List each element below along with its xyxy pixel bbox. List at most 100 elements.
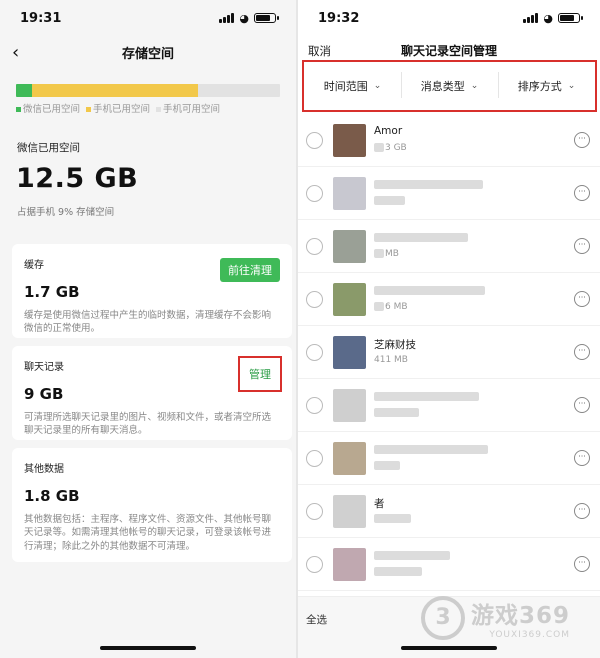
filter-sort-order[interactable]: 排序方式 ⌄	[498, 72, 595, 98]
avatar	[333, 282, 366, 316]
chat-info: 芝麻财技 411 MB	[374, 337, 416, 367]
chat-info: MB	[374, 231, 468, 261]
more-icon[interactable]: ···	[574, 503, 590, 519]
select-radio[interactable]	[306, 184, 323, 202]
chevron-down-icon: ⌄	[567, 81, 576, 91]
select-radio[interactable]	[306, 343, 323, 361]
blurred-text	[374, 514, 411, 523]
chat-list: Amor 3 GB ··· ··· MB ··· 6 MB ··· 芝麻财技 411 MB ··· ·…	[298, 114, 600, 591]
clean-cache-button[interactable]: 前往清理	[220, 258, 280, 282]
chat-name	[374, 231, 468, 245]
system-icons: ◕	[219, 12, 279, 25]
chat-row[interactable]: MB ···	[298, 220, 600, 273]
filter-bar: 时间范围 ⌄ 消息类型 ⌄ 排序方式 ⌄	[302, 60, 597, 112]
other-data-size: 1.8 GB	[24, 487, 80, 505]
chat-size	[374, 196, 483, 208]
watermark: 3 游戏369 YOUXI369.COM	[420, 596, 570, 640]
more-icon[interactable]: ···	[574, 397, 590, 413]
chat-info	[374, 549, 450, 579]
usage-legend: 微信已用空间 手机已用空间 手机可用空间	[16, 101, 280, 115]
chat-info	[374, 390, 479, 420]
more-icon[interactable]: ···	[574, 556, 590, 572]
nav-bar: ‹ 存储空间	[0, 36, 296, 68]
home-indicator	[100, 646, 196, 650]
chat-history-card: 聊天记录 9 GB 可清理所选聊天记录里的图片、视频和文件，或者清空所选聊天记录…	[12, 346, 292, 440]
signal-icon	[219, 13, 235, 23]
wechat-used-segment	[16, 84, 32, 97]
chat-name: Amor	[374, 125, 403, 137]
status-time: 19:31	[20, 10, 62, 26]
more-icon[interactable]: ···	[574, 185, 590, 201]
blurred-text	[374, 285, 485, 295]
legend-phone-free: 手机可用空间	[156, 101, 220, 115]
avatar	[333, 388, 366, 422]
home-indicator	[401, 646, 497, 650]
chat-row[interactable]: ···	[298, 432, 600, 485]
chat-name	[374, 178, 483, 192]
blurred-text	[374, 249, 384, 258]
chat-size	[374, 408, 479, 420]
select-all-button[interactable]: 全选	[306, 612, 327, 627]
chat-size	[374, 514, 411, 526]
select-radio[interactable]	[306, 449, 323, 467]
chat-info: 者	[374, 496, 411, 526]
status-time-right: 19:32	[318, 10, 360, 26]
more-icon[interactable]: ···	[574, 132, 590, 148]
back-icon[interactable]: ‹	[12, 42, 19, 63]
more-icon[interactable]: ···	[574, 238, 590, 254]
manage-button[interactable]: 管理	[238, 356, 282, 392]
chat-row[interactable]: ···	[298, 167, 600, 220]
avatar	[333, 547, 366, 581]
chat-row[interactable]: ···	[298, 379, 600, 432]
storage-usage-bar	[16, 84, 280, 97]
select-radio[interactable]	[306, 237, 323, 255]
page-title: 存储空间	[121, 46, 174, 62]
chat-row[interactable]: 芝麻财技 411 MB ···	[298, 326, 600, 379]
chat-name: 芝麻财技	[374, 339, 416, 351]
chat-size: MB	[374, 249, 468, 261]
avatar	[333, 494, 366, 528]
chat-history-manage-screen: 19:32 ◕ 取消 聊天记录空间管理 时间范围 ⌄ 消息类型 ⌄ 排序方式 ⌄…	[298, 0, 600, 658]
other-data-title: 其他数据	[24, 464, 64, 475]
storage-screen: 19:31 ◕ ‹ 存储空间 微信已用空间 手机已用空间 手机可用空间 微信已用…	[0, 0, 296, 658]
chevron-down-icon: ⌄	[373, 81, 382, 91]
blurred-text	[374, 408, 419, 417]
select-radio[interactable]	[306, 396, 323, 414]
more-icon[interactable]: ···	[574, 344, 590, 360]
blurred-text	[374, 391, 479, 401]
avatar	[333, 335, 366, 369]
select-radio[interactable]	[306, 555, 323, 573]
status-bar-right: 19:32 ◕	[298, 0, 600, 36]
blurred-text	[374, 179, 483, 189]
chevron-down-icon: ⌄	[470, 81, 479, 91]
avatar	[333, 229, 366, 263]
chat-info	[374, 178, 483, 208]
usage-summary: 微信已用空间 手机已用空间 手机可用空间	[16, 84, 280, 115]
filter-message-type[interactable]: 消息类型 ⌄	[401, 72, 498, 98]
legend-phone-used: 手机已用空间	[86, 101, 150, 115]
filter-time-range[interactable]: 时间范围 ⌄	[304, 78, 401, 94]
watermark-url: YOUXI369.COM	[489, 630, 570, 640]
select-radio[interactable]	[306, 290, 323, 308]
chat-row[interactable]: ···	[298, 538, 600, 591]
more-icon[interactable]: ···	[574, 450, 590, 466]
more-icon[interactable]: ···	[574, 291, 590, 307]
blurred-text	[374, 143, 384, 152]
select-radio[interactable]	[306, 502, 323, 520]
chat-row[interactable]: Amor 3 GB ···	[298, 114, 600, 167]
phone-used-segment	[31, 84, 199, 97]
chat-row[interactable]: 6 MB ···	[298, 273, 600, 326]
chat-size: 6 MB	[374, 302, 485, 314]
cancel-button[interactable]: 取消	[308, 43, 331, 59]
wechat-used-label: 微信已用空间	[17, 142, 80, 154]
chat-info: 6 MB	[374, 284, 485, 314]
chat-row[interactable]: 者 ···	[298, 485, 600, 538]
select-radio[interactable]	[306, 131, 323, 149]
blurred-text	[374, 567, 422, 576]
chat-name	[374, 284, 485, 298]
blurred-text	[374, 461, 400, 470]
cache-description: 缓存是使用微信过程中产生的临时数据，清理缓存不会影响微信的正常使用。	[24, 310, 272, 335]
cache-size: 1.7 GB	[24, 283, 80, 301]
blurred-text	[374, 196, 405, 205]
other-data-description: 其他数据包括：主程序、程序文件、资源文件、其他帐号聊天记录等。如需清理其他帐号的…	[24, 514, 272, 552]
